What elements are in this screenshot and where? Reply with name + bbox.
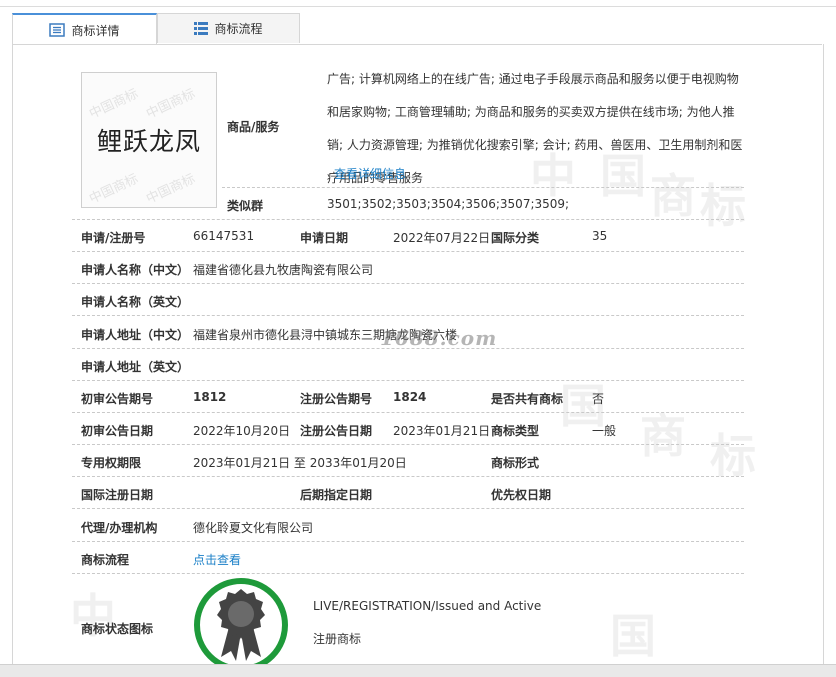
document-list-icon [49, 23, 66, 37]
applicant-cn-label: 申请人名称（中文） [81, 263, 190, 277]
prelim-issue-label: 初审公告期号 [81, 392, 154, 406]
intl-class-label: 国际分类 [491, 231, 540, 245]
intl-class-value: 35 [592, 229, 608, 243]
row-divider [222, 187, 744, 188]
apply-date-label: 申请日期 [300, 231, 349, 245]
background-watermark: 国 [610, 609, 656, 663]
tab-label: 商标详情 [71, 23, 120, 38]
reg-no-value: 66147531 [193, 229, 255, 243]
tab-trademark-details[interactable]: 商标详情 [12, 13, 157, 45]
row-divider [72, 444, 744, 445]
trademark-name: 鲤跃龙凤 [96, 127, 201, 156]
form-label: 商标形式 [491, 456, 540, 470]
reg-date-label: 注册公告日期 [300, 424, 373, 438]
reg-issue-value: 1824 [393, 390, 427, 404]
row-divider [72, 219, 744, 220]
row-divider [72, 380, 744, 381]
award-medal-icon [194, 578, 288, 672]
term-label: 专用权期限 [81, 456, 142, 470]
row-divider [72, 315, 744, 316]
prelim-issue-value: 1812 [193, 390, 227, 404]
prelim-date-label: 初审公告日期 [81, 424, 154, 438]
status-cn: 注册商标 [313, 632, 362, 646]
view-details-link[interactable]: 查看详细信息 [334, 165, 406, 182]
row-divider [72, 251, 744, 252]
agent-value: 德化聆夏文化有限公司 [193, 521, 314, 535]
applicant-cn-value: 福建省德化县九牧唐陶瓷有限公司 [193, 263, 374, 277]
similar-group-label: 类似群 [227, 199, 264, 213]
prelim-date-value: 2022年10月20日 [193, 424, 291, 438]
logo-watermark: 中国商标 [144, 171, 198, 208]
reg-no-label: 申请/注册号 [81, 231, 146, 245]
row-divider [72, 541, 744, 542]
row-divider [72, 412, 744, 413]
tab-label: 商标流程 [214, 22, 263, 36]
logo-watermark: 中国商标 [144, 86, 198, 123]
applicant-en-label: 申请人名称（英文） [81, 295, 190, 309]
logo-watermark: 中国商标 [87, 171, 141, 208]
similar-group-value: 3501;3502;3503;3504;3506;3507;3509; [327, 197, 570, 211]
term-value: 2023年01月21日 至 2033年01月20日 [193, 456, 407, 470]
type-label: 商标类型 [491, 424, 540, 438]
tab-bar: 商标详情 商标流程 [12, 13, 822, 45]
shared-label: 是否共有商标 [491, 392, 564, 406]
reg-issue-label: 注册公告期号 [300, 392, 373, 406]
type-value: 一般 [592, 424, 617, 438]
bottom-scrollbar[interactable] [0, 664, 836, 677]
flow-label: 商标流程 [81, 553, 130, 567]
grid-list-icon [194, 22, 209, 35]
intl-reg-label: 国际注册日期 [81, 488, 154, 502]
apply-date-value: 2022年07月22日 [393, 231, 491, 245]
address-cn-label: 申请人地址（中文） [81, 328, 190, 342]
row-divider [72, 573, 744, 574]
logo-watermark: 中国商标 [87, 86, 141, 123]
shared-value: 否 [592, 392, 605, 406]
tab-trademark-process[interactable]: 商标流程 [157, 13, 300, 43]
background-watermark: 商 [640, 409, 686, 463]
status-icon-label: 商标状态图标 [81, 622, 154, 636]
later-designation-label: 后期指定日期 [300, 488, 373, 502]
reg-date-value: 2023年01月21日 [393, 424, 491, 438]
status-en: LIVE/REGISTRATION/Issued and Active [313, 599, 542, 613]
view-flow-link[interactable]: 点击查看 [193, 551, 241, 568]
row-divider [72, 476, 744, 477]
goods-label: 商品/服务 [227, 120, 280, 134]
agent-label: 代理/办理机构 [81, 521, 158, 535]
site-watermark: 1688.com [380, 326, 498, 350]
address-en-label: 申请人地址（英文） [81, 360, 190, 374]
row-divider [72, 508, 744, 509]
priority-label: 优先权日期 [491, 488, 552, 502]
trademark-image: 中国商标 中国商标 中国商标 中国商标 鲤跃龙凤 [81, 72, 217, 208]
row-divider [72, 283, 744, 284]
top-divider [0, 6, 836, 7]
